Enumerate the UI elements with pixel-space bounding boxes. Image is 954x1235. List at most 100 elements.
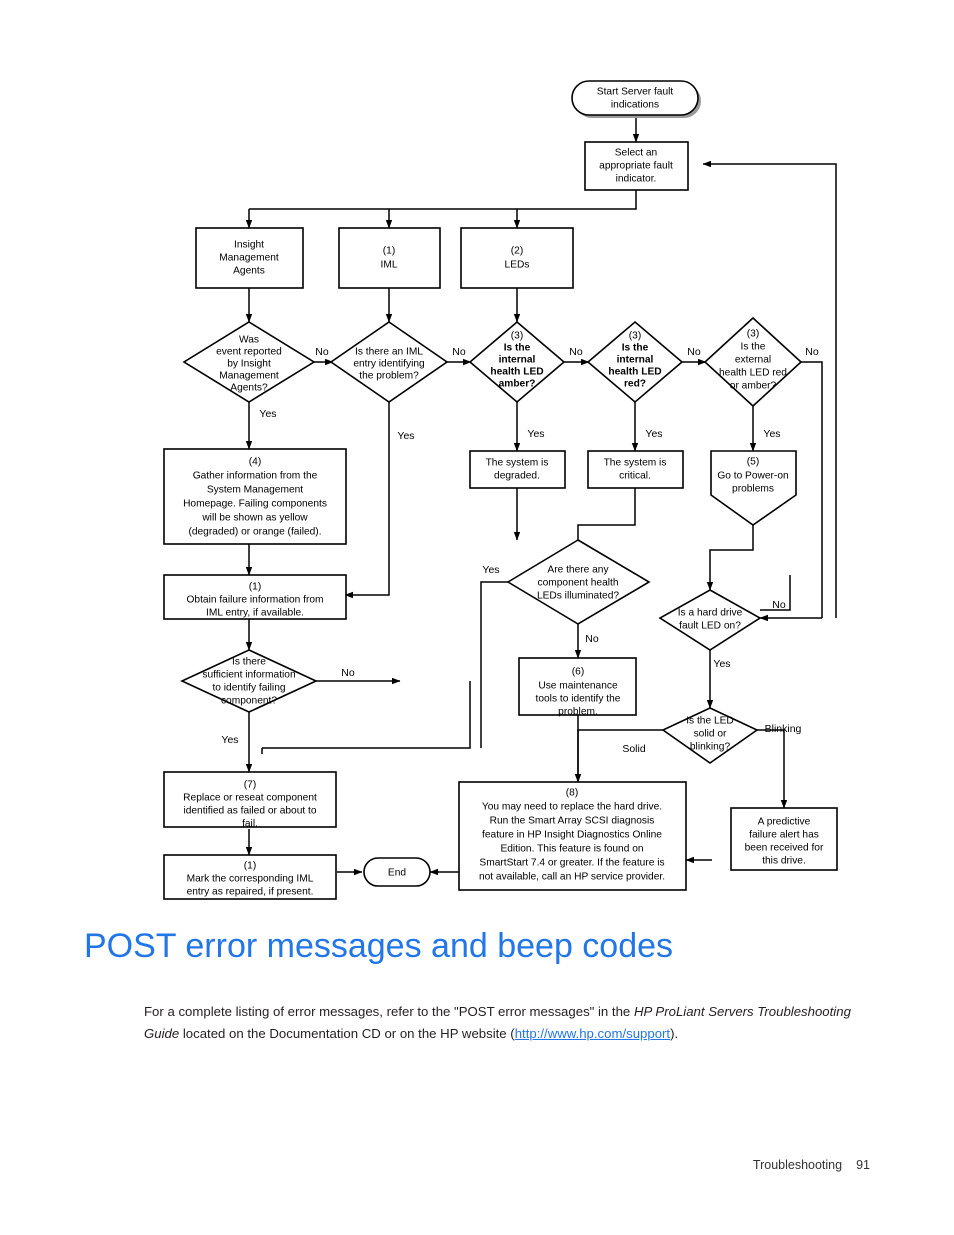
node-start-line2: indications (611, 100, 659, 111)
svg-text:(5): (5) (747, 457, 759, 468)
svg-text:solid or: solid or (694, 729, 727, 740)
svg-text:health LED: health LED (608, 367, 661, 378)
edge-label-yes-3: Yes (527, 428, 544, 440)
svg-text:Run the Smart Array SCSI diagn: Run the Smart Array SCSI diagnosis (490, 816, 655, 827)
svg-text:(3): (3) (747, 329, 759, 340)
svg-text:feature in HP Insight Diagnost: feature in HP Insight Diagnostics Online (482, 830, 662, 841)
svg-text:Mark the corresponding IML: Mark the corresponding IML (187, 874, 314, 885)
svg-text:Gather information from the: Gather information from the (193, 471, 318, 482)
svg-text:component health: component health (538, 578, 619, 589)
svg-text:blinking?: blinking? (690, 742, 731, 753)
svg-text:Are there any: Are there any (547, 565, 609, 576)
flowchart-decision-internal-health-led-red: (3) Is the internal health LED red? (586, 320, 684, 404)
footer-section-name: Troubleshooting (752, 1158, 843, 1172)
edge-label-yes-8: Yes (221, 734, 238, 746)
svg-text:sufficient information: sufficient information (202, 670, 295, 681)
svg-text:Go to Power-on: Go to Power-on (717, 471, 788, 482)
svg-text:(4): (4) (249, 457, 261, 468)
svg-text:(6): (6) (572, 667, 584, 678)
svg-text:Homepage. Failing components: Homepage. Failing components (183, 499, 327, 510)
svg-text:LEDs: LEDs (505, 260, 530, 271)
svg-text:fail.: fail. (242, 819, 258, 830)
svg-text:tools to identify the: tools to identify the (536, 694, 621, 705)
flowchart-node-power-on-problems: (5) Go to Power-on problems (710, 450, 797, 526)
flowchart-decision-sufficient-information: Is there sufficient information to ident… (180, 649, 318, 713)
svg-text:will be shown as yellow: will be shown as yellow (201, 513, 308, 524)
svg-text:(1): (1) (383, 246, 395, 257)
svg-text:problem.: problem. (558, 707, 598, 718)
flowchart-node-predictive-failure: A predictive failure alert has been rece… (730, 807, 838, 871)
svg-text:(degraded) or orange (failed).: (degraded) or orange (failed). (188, 527, 321, 538)
svg-text:IML: IML (381, 260, 398, 271)
svg-text:Is there an IML: Is there an IML (355, 347, 423, 358)
svg-text:internal: internal (499, 355, 536, 366)
flowchart-decision-component-health-leds: Are there any component health LEDs illu… (506, 539, 651, 625)
svg-text:failure alert has: failure alert has (749, 830, 819, 841)
svg-text:IML entry, if available.: IML entry, if available. (206, 608, 304, 619)
svg-text:Is the: Is the (504, 343, 531, 354)
svg-text:Management: Management (219, 253, 279, 264)
edge-label-no-7: No (772, 599, 786, 611)
svg-text:Is there: Is there (232, 657, 266, 668)
svg-text:entry identifying: entry identifying (353, 359, 425, 370)
flowchart-node-select: Select an appropriate fault indicator. (584, 141, 689, 191)
body-paragraph: For a complete listing of error messages… (144, 1001, 854, 1044)
svg-text:been received for: been received for (745, 843, 824, 854)
svg-text:component?: component? (221, 696, 277, 707)
flowchart-node-system-critical: The system is critical. (587, 450, 684, 489)
svg-text:System Management: System Management (207, 485, 303, 496)
svg-text:Agents?: Agents? (230, 383, 268, 394)
edge-label-no-5: No (805, 346, 819, 358)
svg-text:critical.: critical. (619, 471, 651, 482)
paragraph-text-part1: For a complete listing of error messages… (144, 1004, 634, 1020)
edge-label-blinking: Blinking (765, 723, 802, 735)
svg-text:identified as failed or about: identified as failed or about to (183, 806, 316, 817)
svg-text:(8): (8) (566, 788, 578, 799)
flowchart-node-maintenance-tools: (6) Use maintenance tools to identify th… (518, 657, 637, 718)
edge-label-solid: Solid (622, 743, 646, 755)
svg-text:You may need to replace the ha: You may need to replace the hard drive. (482, 802, 662, 813)
svg-text:entry as repaired, if present.: entry as repaired, if present. (187, 887, 314, 898)
svg-text:appropriate fault: appropriate fault (599, 161, 673, 172)
svg-text:The system is: The system is (604, 458, 667, 469)
hp-support-link[interactable]: http://www.hp.com/support (515, 1026, 670, 1041)
flowchart-node-obtain-failure-info: (1) Obtain failure information from IML … (163, 574, 347, 620)
flowchart-node-mark-iml-repaired: (1) Mark the corresponding IML entry as … (163, 854, 337, 900)
edge-label-yes-7: Yes (713, 658, 730, 670)
paragraph-text-part3: ). (670, 1025, 679, 1041)
flowchart-decision-iml-entry: Is there an IML entry identifying the pr… (329, 321, 449, 403)
flowchart-decision-external-health-led: (3) Is the external health LED red or am… (703, 316, 803, 408)
svg-text:or amber?: or amber? (730, 381, 777, 392)
edge-label-no-3: No (569, 346, 583, 358)
edge-label-no-4: No (687, 346, 701, 358)
svg-text:amber?: amber? (499, 379, 536, 390)
svg-text:to identify failing: to identify failing (212, 683, 285, 694)
flowchart-decision-was-event-reported: Was event reported by Insight Management… (182, 321, 316, 403)
svg-text:SmartStart 7.4 or greater. If: SmartStart 7.4 or greater. If the featur… (479, 858, 664, 869)
flowchart-node-iml: (1) IML (338, 227, 441, 289)
document-page: Start Server fault indications Select an… (0, 0, 954, 1235)
flowchart-node-insight-management-agents: Insight Management Agents (195, 227, 304, 289)
flowchart-node-end: End (363, 857, 431, 887)
flowchart-decision-led-solid-or-blinking: Is the LED solid or blinking? (661, 707, 759, 764)
edge-label-yes-6: Yes (482, 564, 499, 576)
svg-text:(2): (2) (511, 246, 523, 257)
edge-label-yes-4: Yes (645, 428, 662, 440)
flowchart-node-replace-hard-drive: (8) You may need to replace the hard dri… (458, 781, 687, 891)
svg-text:(1): (1) (244, 861, 256, 872)
svg-text:LEDs illuminated?: LEDs illuminated? (537, 591, 619, 602)
svg-text:Agents: Agents (233, 266, 265, 277)
svg-text:health LED red: health LED red (719, 368, 787, 379)
svg-text:(3): (3) (511, 331, 523, 342)
svg-text:Insight: Insight (234, 240, 264, 251)
edge-label-no-6: No (585, 633, 599, 645)
svg-text:Is the: Is the (622, 343, 649, 354)
svg-text:End: End (388, 868, 406, 879)
svg-text:by Insight: by Insight (227, 359, 271, 370)
svg-text:(1): (1) (249, 582, 261, 593)
edge-label-no-1: No (315, 346, 329, 358)
node-start-line1: Start Server fault (597, 87, 674, 98)
flowchart-node-start: Start Server fault indications (571, 80, 701, 118)
svg-text:Select an: Select an (615, 148, 657, 159)
svg-text:this drive.: this drive. (762, 856, 806, 867)
